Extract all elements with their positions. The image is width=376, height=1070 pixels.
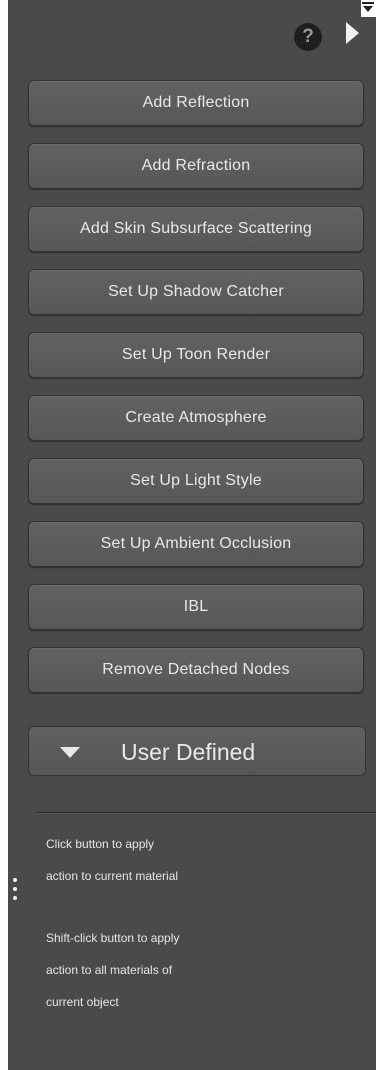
panel-menu-icon[interactable] (361, 0, 376, 17)
resize-handle-icon[interactable] (12, 878, 18, 908)
play-icon[interactable] (346, 22, 359, 44)
add-refraction-button[interactable]: Add Refraction (28, 143, 364, 189)
button-label: Add Refraction (141, 157, 251, 174)
button-label: Remove Detached Nodes (102, 661, 290, 678)
help-text-shift-line-1: Shift-click button to apply (46, 931, 180, 945)
button-label: Create Atmosphere (125, 409, 267, 426)
help-text-click-line-2: action to current material (46, 869, 179, 883)
button-label: Set Up Ambient Occlusion (100, 535, 292, 552)
button-label: Set Up Light Style (130, 472, 262, 489)
help-text-shift-line-3: current object (46, 995, 119, 1009)
button-label: Set Up Shadow Catcher (108, 283, 284, 300)
section-divider (36, 812, 376, 814)
actions-panel: ? Add Reflection Add Refraction Add Skin… (8, 0, 376, 1070)
help-icon[interactable]: ? (294, 23, 322, 51)
user-defined-dropdown[interactable]: User Defined (28, 726, 366, 776)
panel-header: ? (8, 0, 376, 64)
add-skin-subsurface-scattering-button[interactable]: Add Skin Subsurface Scattering (28, 206, 364, 252)
ibl-button[interactable]: IBL (28, 584, 364, 630)
button-label: IBL (183, 598, 209, 615)
help-text-shift-line-2: action to all materials of (46, 963, 173, 977)
user-defined-label: User Defined (121, 739, 256, 765)
help-text-click-line-1: Click button to apply (46, 837, 155, 851)
remove-detached-nodes-button[interactable]: Remove Detached Nodes (28, 647, 364, 693)
button-label: Add Skin Subsurface Scattering (80, 220, 312, 237)
button-label: Add Reflection (142, 94, 250, 111)
chevron-down-icon (60, 747, 80, 758)
set-up-toon-render-button[interactable]: Set Up Toon Render (28, 332, 364, 378)
button-label: Set Up Toon Render (121, 346, 271, 363)
set-up-shadow-catcher-button[interactable]: Set Up Shadow Catcher (28, 269, 364, 315)
add-reflection-button[interactable]: Add Reflection (28, 80, 364, 126)
create-atmosphere-button[interactable]: Create Atmosphere (28, 395, 364, 441)
set-up-ambient-occlusion-button[interactable]: Set Up Ambient Occlusion (28, 521, 364, 567)
set-up-light-style-button[interactable]: Set Up Light Style (28, 458, 364, 504)
